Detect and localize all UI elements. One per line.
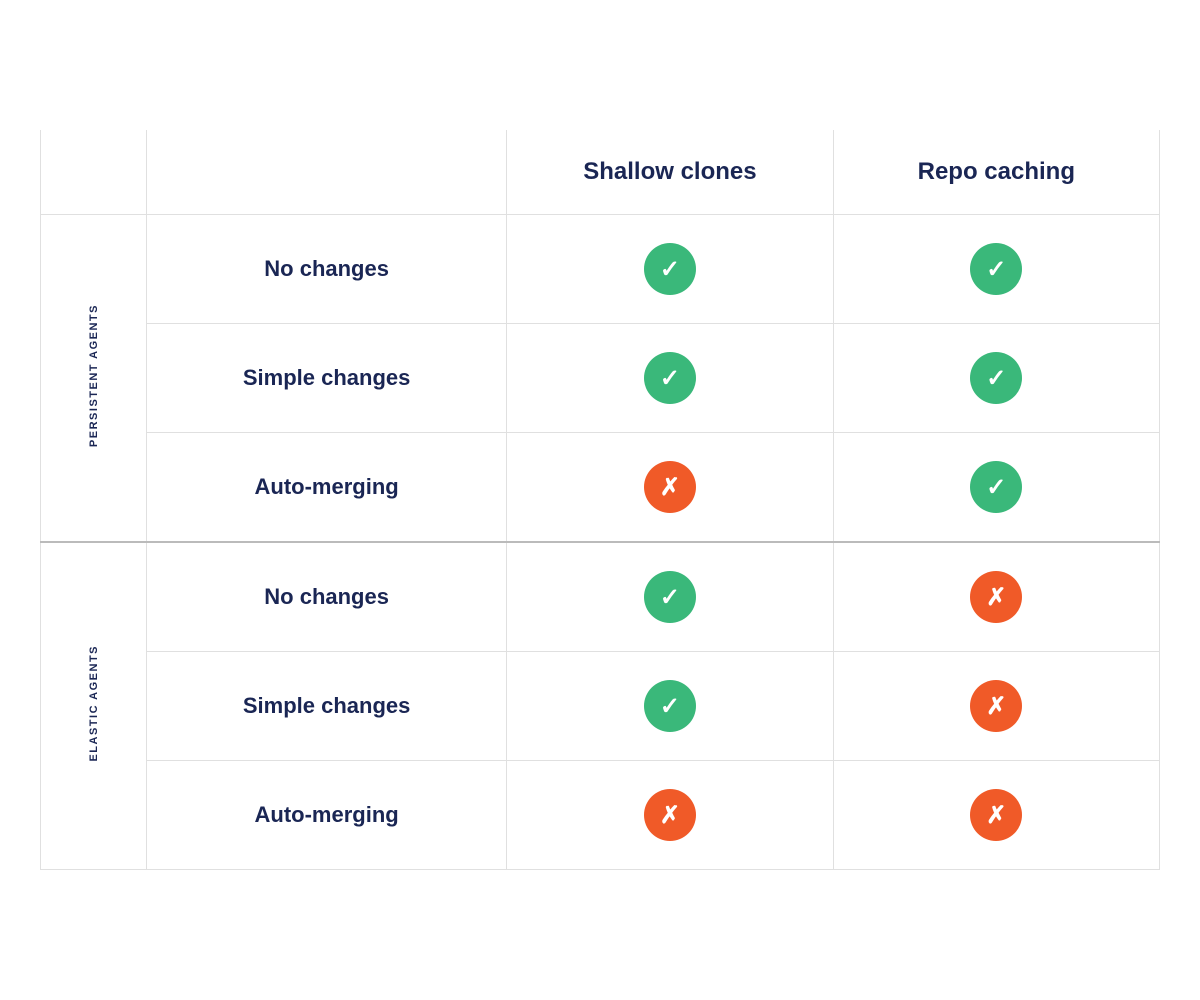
row-elastic-agents-1: Simple changes ✓ ✗ <box>41 652 1160 761</box>
check-icon: ✓ <box>970 243 1022 295</box>
feature-persistent-agents-1: Simple changes <box>147 324 507 433</box>
col-header-shallow-clones: Shallow clones <box>507 130 833 215</box>
corner-cell <box>41 130 147 215</box>
table-body: PERSISTENT AGENTSNo changes✓✓Simple chan… <box>41 215 1160 870</box>
feature-elastic-agents-2: Auto-merging <box>147 761 507 870</box>
check-icon: ✓ <box>644 243 696 295</box>
feature-elastic-agents-1: Simple changes <box>147 652 507 761</box>
group-label-persistent-agents: PERSISTENT AGENTS <box>41 215 147 543</box>
row-elastic-agents-0: ELASTIC AGENTSNo changes✓✗ <box>41 542 1160 652</box>
shallow-clones-persistent-agents-0: ✓ <box>507 215 833 324</box>
repo-caching-persistent-agents-2: ✓ <box>833 433 1159 543</box>
cross-icon: ✗ <box>644 461 696 513</box>
row-persistent-agents-2: Auto-merging ✗ ✓ <box>41 433 1160 543</box>
repo-caching-elastic-agents-0: ✗ <box>833 542 1159 652</box>
repo-caching-elastic-agents-2: ✗ <box>833 761 1159 870</box>
cross-icon: ✗ <box>970 789 1022 841</box>
header-row: Shallow clones Repo caching <box>41 130 1160 215</box>
row-persistent-agents-1: Simple changes ✓ ✓ <box>41 324 1160 433</box>
feature-header-empty <box>147 130 507 215</box>
group-label-elastic-agents: ELASTIC AGENTS <box>41 542 147 870</box>
shallow-clones-elastic-agents-2: ✗ <box>507 761 833 870</box>
shallow-clones-elastic-agents-0: ✓ <box>507 542 833 652</box>
check-icon: ✓ <box>644 680 696 732</box>
repo-caching-elastic-agents-1: ✗ <box>833 652 1159 761</box>
shallow-clones-elastic-agents-1: ✓ <box>507 652 833 761</box>
repo-caching-persistent-agents-0: ✓ <box>833 215 1159 324</box>
repo-caching-persistent-agents-1: ✓ <box>833 324 1159 433</box>
shallow-clones-persistent-agents-1: ✓ <box>507 324 833 433</box>
check-icon: ✓ <box>970 461 1022 513</box>
check-icon: ✓ <box>644 352 696 404</box>
row-persistent-agents-0: PERSISTENT AGENTSNo changes✓✓ <box>41 215 1160 324</box>
comparison-table: Shallow clones Repo caching PERSISTENT A… <box>40 130 1160 870</box>
feature-persistent-agents-0: No changes <box>147 215 507 324</box>
check-icon: ✓ <box>644 571 696 623</box>
feature-elastic-agents-0: No changes <box>147 542 507 652</box>
cross-icon: ✗ <box>970 680 1022 732</box>
feature-persistent-agents-2: Auto-merging <box>147 433 507 543</box>
check-icon: ✓ <box>970 352 1022 404</box>
cross-icon: ✗ <box>970 571 1022 623</box>
cross-icon: ✗ <box>644 789 696 841</box>
row-elastic-agents-2: Auto-merging ✗ ✗ <box>41 761 1160 870</box>
shallow-clones-persistent-agents-2: ✗ <box>507 433 833 543</box>
col-header-repo-caching: Repo caching <box>833 130 1159 215</box>
